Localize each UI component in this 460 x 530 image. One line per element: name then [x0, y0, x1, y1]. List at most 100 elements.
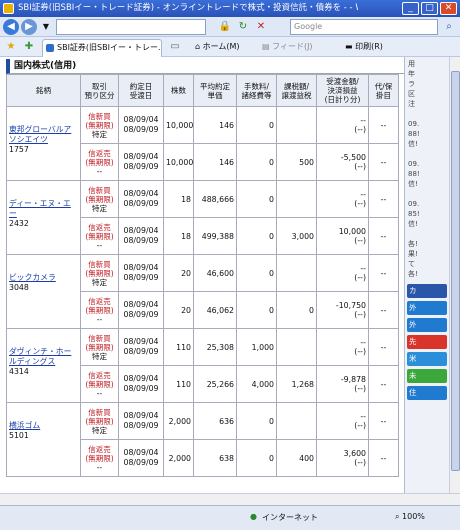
scroll-thumb[interactable]: [451, 71, 460, 471]
stock-code: 3048: [9, 283, 29, 292]
add-favorite-icon[interactable]: ✚: [22, 40, 36, 54]
price-cell: 146: [193, 106, 237, 144]
favorites-star-icon[interactable]: ★: [4, 40, 18, 54]
tab-sbi[interactable]: SBI証券(旧SBIイー・トレー...: [42, 39, 162, 57]
stock-cell: ビックカメラ 3048: [6, 254, 81, 329]
sidebar-button[interactable]: 外: [407, 301, 447, 315]
search-icon[interactable]: ⌕: [442, 20, 456, 34]
zoom-label[interactable]: ⌕ 100%: [395, 512, 425, 522]
quantity-cell: 110: [163, 365, 194, 403]
quantity-cell: 10,000: [163, 143, 194, 181]
stock-cell: ディー・エヌ・エー 2432: [6, 180, 81, 255]
refresh-icon[interactable]: ↻: [236, 20, 250, 34]
tax-cell: 0: [276, 291, 317, 329]
trade-date: 08/09/04: [123, 374, 159, 383]
settle-date: 08/09/09: [123, 162, 159, 171]
sidebar-button[interactable]: 未: [407, 369, 447, 383]
maximize-button[interactable]: □: [421, 2, 438, 15]
stock-name-link[interactable]: ディー・エヌ・エー: [9, 199, 78, 219]
trade-date: 08/09/04: [123, 115, 159, 124]
trade-type-cell: 信新買 (無期限) 特定: [80, 328, 119, 366]
amount-cell: -- (--): [316, 254, 369, 292]
trade-type-cell: 信返売 (無期限) --: [80, 291, 119, 329]
new-tab-icon[interactable]: ▭: [168, 40, 182, 54]
fee-cell: 0: [236, 143, 277, 181]
stock-code: 2432: [9, 219, 29, 228]
sidebar-button[interactable]: 住: [407, 386, 447, 400]
date-cell: 08/09/04 08/09/09: [118, 402, 164, 440]
margin-cell: --: [368, 254, 399, 292]
sidebar-button[interactable]: 米: [407, 352, 447, 366]
column-header: 代/保 掛目: [368, 74, 399, 107]
tax-cell: [276, 328, 317, 366]
date-cell: 08/09/04 08/09/09: [118, 217, 164, 255]
print-button[interactable]: ▬ 印刷(R): [345, 41, 383, 52]
address-input[interactable]: [56, 19, 206, 35]
pl-value: (--): [354, 199, 366, 208]
trade-type-cell: 信新買 (無期限) 特定: [80, 106, 119, 144]
quantity-cell: 18: [163, 217, 194, 255]
trade-date: 08/09/04: [123, 300, 159, 309]
column-header: 受渡金額/ 決済損益 (日計り分): [316, 74, 369, 107]
horizontal-scrollbar[interactable]: [0, 493, 460, 505]
home-label: ホーム(M): [202, 42, 240, 51]
forward-icon[interactable]: ▶: [21, 19, 37, 35]
amount-cell: -- (--): [316, 402, 369, 440]
trade-term: (無期限): [85, 194, 114, 204]
tax-cell: 3,000: [276, 217, 317, 255]
trade-term: (無期限): [85, 268, 114, 278]
stop-icon[interactable]: ✕: [254, 20, 268, 34]
sidebar-button[interactable]: 外: [407, 318, 447, 332]
tax-cell: [276, 180, 317, 218]
right-sidebar: 用 年 ラ 区 注 09. 88! 信! 09. 88! 信! 09. 85! …: [404, 57, 449, 493]
feed-button[interactable]: ▤ フィード(J): [262, 41, 313, 52]
table-row: 東邦グローバルアソシエイツ 1757 信新買 (無期限) 特定 08/09/04 08/09…: [6, 106, 399, 181]
fee-cell: 0: [236, 106, 277, 144]
status-bar: ● インターネット ⌕ 100%: [0, 505, 460, 530]
stock-name-link[interactable]: 東邦グローバルアソシエイツ: [9, 125, 78, 145]
trade-type-cell: 信返売 (無期限) --: [80, 217, 119, 255]
trade-type: 信新買: [88, 185, 111, 195]
trade-date: 08/09/04: [123, 226, 159, 235]
account-type: 特定: [92, 277, 107, 287]
close-button[interactable]: ✕: [440, 2, 457, 15]
home-button[interactable]: ⌂ ホーム(M): [195, 41, 240, 52]
table-row: ビックカメラ 3048 信新買 (無期限) 特定 08/09/04 08/09/09 20 46…: [6, 254, 399, 329]
price-cell: 25,266: [193, 365, 237, 403]
back-icon[interactable]: ◀: [3, 19, 19, 35]
settle-date: 08/09/09: [123, 236, 159, 245]
sidebar-text: 用 年 ラ 区 注 09. 88! 信! 09. 88! 信! 09. 85! …: [408, 60, 420, 278]
quantity-cell: 20: [163, 291, 194, 329]
address-toolbar: ◀ ▶ ▼ 🔒 ↻ ✕ Google ⌕: [0, 17, 460, 37]
amount-value: 10,000: [338, 227, 366, 236]
trade-term: (無期限): [85, 120, 114, 130]
trade-type: 信新買: [88, 407, 111, 417]
settle-date: 08/09/09: [123, 310, 159, 319]
dropdown-icon[interactable]: ▼: [39, 20, 53, 34]
pl-value: (--): [354, 236, 366, 245]
amount-value: -5,500: [340, 153, 366, 162]
margin-cell: --: [368, 217, 399, 255]
stock-name-link[interactable]: 横浜ゴム: [9, 421, 78, 431]
fee-cell: 0: [236, 402, 277, 440]
site-favicon: [46, 44, 54, 52]
zone-label: インターネット: [262, 513, 318, 522]
vertical-scrollbar[interactable]: [449, 57, 460, 493]
sidebar-button[interactable]: カ: [407, 284, 447, 298]
trade-date: 08/09/04: [123, 189, 159, 198]
minimize-button[interactable]: _: [402, 2, 419, 15]
stock-name-link[interactable]: ビックカメラ: [9, 273, 78, 283]
search-input[interactable]: Google: [290, 19, 438, 35]
window-titlebar: SBI証券(旧SBIイー・トレード証券) - オンライントレードで株式・投資信託…: [0, 0, 460, 17]
amount-cell: -5,500 (--): [316, 143, 369, 181]
trade-type-cell: 信返売 (無期限) --: [80, 143, 119, 181]
margin-cell: --: [368, 106, 399, 144]
table-row: ディー・エヌ・エー 2432 信新買 (無期限) 特定 08/09/04 08/09/09 1…: [6, 180, 399, 255]
settle-date: 08/09/09: [123, 458, 159, 467]
trade-term: (無期限): [85, 231, 114, 241]
settle-date: 08/09/09: [123, 199, 159, 208]
sidebar-button[interactable]: 先: [407, 335, 447, 349]
margin-cell: --: [368, 365, 399, 403]
stock-name-link[interactable]: ダヴィンチ・ホールディングス: [9, 347, 78, 367]
amount-value: 3,600: [343, 449, 366, 458]
